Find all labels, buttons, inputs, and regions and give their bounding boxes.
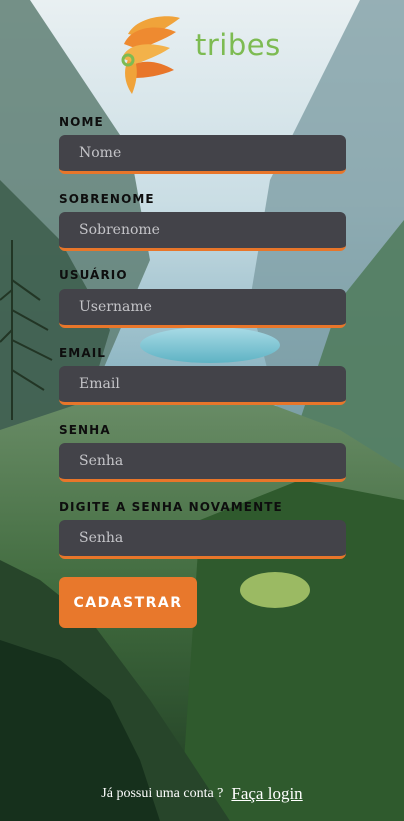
sobrenome-input[interactable] xyxy=(59,212,346,248)
feather-headdress-icon xyxy=(121,16,180,94)
email-label: EMAIL xyxy=(59,346,107,360)
username-field[interactable] xyxy=(59,289,346,328)
nome-field[interactable] xyxy=(59,135,346,174)
brand-logo: tribes xyxy=(118,14,281,96)
brand-name: tribes xyxy=(195,28,281,62)
login-link[interactable]: Faça login xyxy=(231,784,302,803)
nome-input[interactable] xyxy=(59,135,346,171)
usuario-label: USUÁRIO xyxy=(59,268,128,282)
register-button[interactable]: CADASTRAR xyxy=(59,577,197,628)
confirm-password-input[interactable] xyxy=(59,520,346,556)
password-input[interactable] xyxy=(59,443,346,479)
password-field[interactable] xyxy=(59,443,346,482)
login-question: Já possui uma conta ? xyxy=(101,786,224,801)
email-field[interactable] xyxy=(59,366,346,405)
confirm-password-label: DIGITE A SENHA NOVAMENTE xyxy=(59,500,283,514)
sobrenome-label: SOBRENOME xyxy=(59,192,155,206)
senha-label: SENHA xyxy=(59,423,111,437)
username-input[interactable] xyxy=(59,289,346,325)
sobrenome-field[interactable] xyxy=(59,212,346,251)
email-input[interactable] xyxy=(59,366,346,402)
login-prompt: Já possui uma conta ? Faça login xyxy=(0,784,404,804)
nome-label: NOME xyxy=(59,115,104,129)
confirm-password-field[interactable] xyxy=(59,520,346,559)
